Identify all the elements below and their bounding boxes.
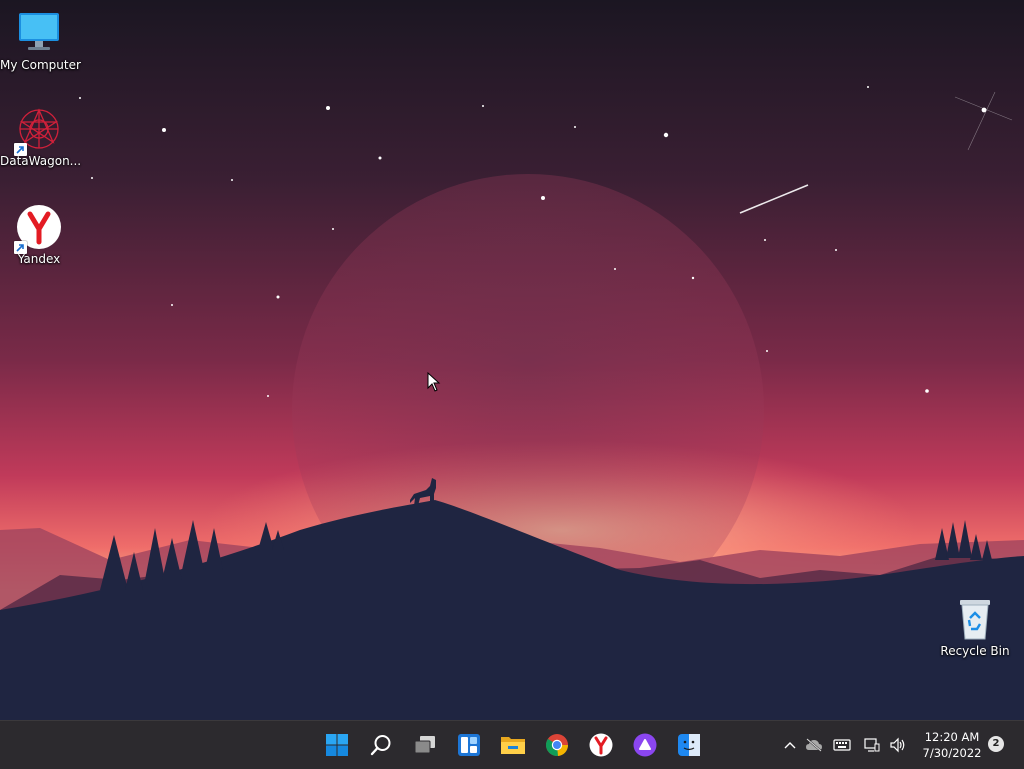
folder-icon — [501, 737, 525, 754]
clock-date: 7/30/2022 — [922, 746, 982, 760]
clock-time: 12:20 AM — [924, 730, 980, 744]
show-hidden-icons-button[interactable] — [780, 735, 800, 755]
widgets-button[interactable] — [453, 729, 485, 761]
keyboard-icon — [833, 739, 851, 751]
desktop-icon-label: DataWagon... — [0, 154, 82, 168]
monitor-icon — [16, 10, 62, 56]
yandex-button[interactable] — [585, 729, 617, 761]
desktop-wallpaper — [0, 0, 1024, 720]
notification-center-badge[interactable]: 2 — [988, 736, 1004, 752]
desktop-icon-my-computer[interactable]: My Computer — [0, 10, 81, 72]
input-language-button[interactable] — [832, 735, 852, 755]
volume-tray-button[interactable] — [888, 735, 908, 755]
file-explorer-button[interactable] — [497, 729, 529, 761]
network-icon — [864, 738, 880, 752]
yandex-browser-icon — [14, 204, 62, 254]
mouse-cursor-icon — [427, 372, 441, 392]
chevron-up-icon — [784, 742, 796, 749]
yandex-icon — [589, 733, 613, 757]
network-tray-button[interactable] — [862, 735, 882, 755]
desktop-icon-label: Recycle Bin — [940, 644, 1010, 658]
shortcut-arrow-icon — [14, 241, 27, 254]
shortcut-arrow-icon — [14, 143, 27, 156]
windows-logo-icon — [326, 734, 348, 756]
finder-icon — [678, 734, 700, 756]
finder-button[interactable] — [673, 729, 705, 761]
alice-icon — [633, 733, 657, 757]
desktop-icon-recycle-bin[interactable]: Recycle Bin — [936, 596, 1014, 658]
desktop-icon-label: Yandex — [17, 252, 61, 266]
onedrive-tray-button[interactable] — [804, 735, 824, 755]
volume-icon — [890, 737, 905, 753]
widgets-icon — [458, 734, 480, 756]
desktop-icon-datawagon[interactable]: DataWagon... — [0, 106, 82, 168]
task-view-button[interactable] — [409, 729, 441, 761]
clock-button[interactable]: 12:20 AM 7/30/2022 — [916, 729, 988, 761]
cloud-offline-icon — [806, 738, 822, 752]
task-view-icon — [414, 736, 435, 754]
search-icon — [370, 735, 391, 756]
datawagon-app-icon — [14, 106, 62, 156]
desktop-icon-yandex[interactable]: Yandex — [0, 204, 78, 266]
start-button[interactable] — [321, 729, 353, 761]
search-button[interactable] — [365, 729, 397, 761]
taskbar: 12:20 AM 7/30/2022 — [0, 720, 1024, 769]
desktop-icon-label: My Computer — [0, 58, 81, 72]
alice-button[interactable] — [629, 729, 661, 761]
chrome-button[interactable] — [541, 729, 573, 761]
chrome-icon — [546, 734, 569, 756]
recycle-bin-icon — [952, 596, 998, 642]
